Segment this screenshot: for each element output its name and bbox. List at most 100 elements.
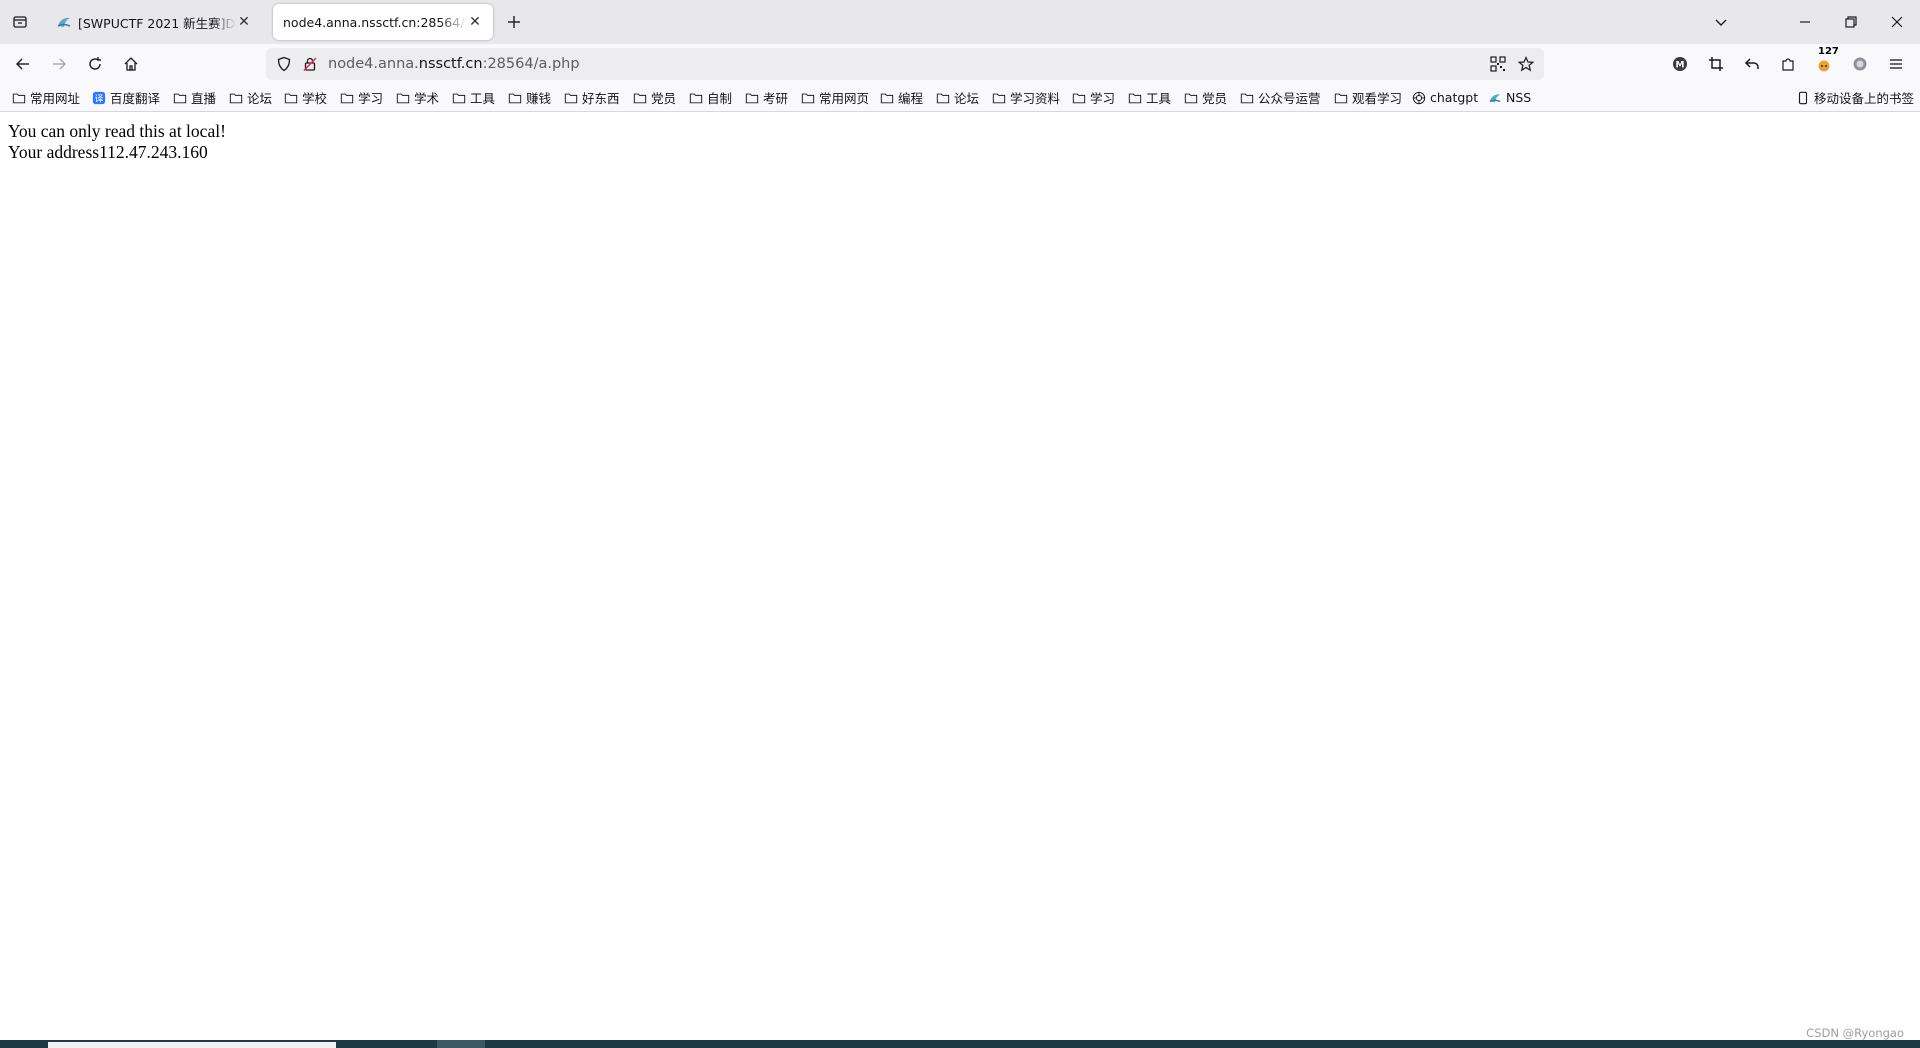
plus-icon (508, 16, 520, 28)
tab-a-php[interactable]: node4.anna.nssctf.cn:28564/a.php ✕ (273, 4, 493, 40)
insecure-lock-icon[interactable] (302, 56, 318, 72)
bookmark-item[interactable]: 编程 (880, 84, 923, 111)
url-text[interactable]: node4.anna.nssctf.cn:28564/a.php (328, 48, 580, 80)
bookmark-item[interactable]: 观看学习 (1334, 84, 1402, 111)
mobile-bookmarks-item[interactable]: 移动设备上的书签 (1796, 84, 1914, 111)
crop-icon (1709, 57, 1723, 71)
bookmark-item[interactable]: 工具 (452, 84, 495, 111)
extension-badge-count: 127 (1817, 46, 1840, 57)
bookmark-item[interactable]: 直播 (173, 84, 216, 111)
puzzle-icon (1782, 58, 1794, 71)
folder-icon (452, 93, 466, 103)
navigation-toolbar: node4.anna.nssctf.cn:28564/a.php M 127 (0, 44, 1920, 84)
bookmark-label: 编程 (898, 91, 924, 106)
bookmark-label: 常用网址 (30, 91, 81, 106)
svg-text:M: M (1676, 61, 1685, 71)
forward-button[interactable] (45, 50, 73, 78)
reload-button[interactable] (81, 50, 109, 78)
tab-title: node4.anna.nssctf.cn:28564/a.php (283, 14, 467, 30)
bookmark-item[interactable]: 常用网址 (12, 84, 80, 111)
bookmark-item[interactable]: 常用网页 (801, 84, 869, 111)
close-tab-icon[interactable]: ✕ (236, 14, 252, 30)
bookmark-item[interactable]: NSS (1488, 84, 1531, 111)
url-bar[interactable]: node4.anna.nssctf.cn:28564/a.php (266, 48, 1544, 80)
folder-icon (1184, 93, 1198, 103)
account-button[interactable] (1846, 50, 1874, 78)
bookmark-item[interactable]: 好东西 (564, 84, 620, 111)
taskbar-window-preview[interactable] (48, 1042, 336, 1048)
folder-icon (340, 93, 354, 103)
folder-icon (564, 93, 578, 103)
restore-button[interactable] (1837, 8, 1865, 36)
bookmark-item[interactable]: 译百度翻译 (92, 84, 160, 111)
taskbar-active-app[interactable] (437, 1040, 485, 1048)
restore-icon (1845, 16, 1857, 28)
bookmark-label: 好东西 (582, 91, 620, 106)
shield-icon[interactable] (276, 56, 292, 72)
client-address-text: Your address112.47.243.160 (8, 142, 208, 162)
bookmark-item[interactable]: 党员 (633, 84, 676, 111)
m-extension-icon: M (1673, 57, 1687, 71)
chatgpt-icon (1412, 91, 1426, 104)
folder-icon (745, 93, 759, 103)
bookmark-label: 公众号运营 (1258, 91, 1321, 106)
folder-icon (284, 93, 298, 103)
back-button[interactable] (9, 50, 37, 78)
bookmark-item[interactable]: 党员 (1184, 84, 1227, 111)
folder-icon (1128, 93, 1142, 103)
bookmark-label: 论坛 (954, 91, 980, 106)
csdn-watermark: CSDN @Ryongao (1806, 1026, 1904, 1040)
tab-title: [SWPUCTF 2021 新生赛]Do_you_know_http (78, 15, 236, 31)
list-all-tabs-button[interactable] (1707, 8, 1735, 36)
extension-m-button[interactable]: M (1666, 50, 1694, 78)
bookmark-item[interactable]: 学校 (284, 84, 327, 111)
reload-icon (89, 57, 101, 70)
bookmark-label: 移动设备上的书签 (1814, 91, 1915, 106)
badge-extension-button[interactable]: 127 (1810, 46, 1840, 78)
close-tab-icon[interactable]: ✕ (467, 14, 483, 30)
new-tab-button[interactable] (500, 8, 528, 36)
arrow-left-icon (16, 58, 29, 70)
bookmark-item[interactable]: chatgpt (1412, 84, 1478, 111)
bookmark-label: 百度翻译 (110, 91, 161, 106)
home-button[interactable] (117, 50, 145, 78)
bookmark-item[interactable]: 自制 (689, 84, 732, 111)
tab-strip: [SWPUCTF 2021 新生赛]Do_you_know_http ✕ nod… (0, 0, 1920, 44)
cat-extension-icon (1818, 60, 1830, 72)
page-content: You can only read this at local! Your ad… (0, 112, 1920, 1038)
bookmark-item[interactable]: 论坛 (936, 84, 979, 111)
star-bookmark-icon[interactable] (1518, 56, 1534, 72)
mobile-device-icon (1798, 91, 1808, 104)
bookmark-label: 直播 (191, 91, 217, 106)
bookmark-item[interactable]: 学习资料 (992, 84, 1060, 111)
bookmark-label: 学习 (358, 91, 384, 106)
extensions-button[interactable] (1774, 50, 1802, 78)
folder-icon (801, 93, 815, 103)
close-window-button[interactable] (1883, 8, 1911, 36)
bookmark-label: 工具 (470, 91, 496, 106)
bookmark-item[interactable]: 考研 (745, 84, 788, 111)
firefox-view-icon (13, 16, 27, 28)
bookmark-label: 党员 (1202, 91, 1228, 106)
circle-icon (1853, 57, 1867, 71)
minimize-button[interactable] (1791, 8, 1819, 36)
bookmark-item[interactable]: 学术 (396, 84, 439, 111)
tab-swpuctf[interactable]: [SWPUCTF 2021 新生赛]Do_you_know_http ✕ (46, 4, 262, 40)
screenshot-crop-button[interactable] (1702, 50, 1730, 78)
hamburger-menu-icon (1890, 59, 1902, 69)
bookmark-item[interactable]: 学习 (1072, 84, 1115, 111)
svg-text:译: 译 (95, 93, 104, 104)
folder-icon (633, 93, 647, 103)
bookmark-item[interactable]: 论坛 (229, 84, 272, 111)
qr-code-icon[interactable] (1490, 56, 1506, 72)
app-menu-button[interactable] (1882, 50, 1910, 78)
undo-extension-button[interactable] (1738, 50, 1766, 78)
bookmark-item[interactable]: 赚钱 (508, 84, 551, 111)
bookmark-item[interactable]: 工具 (1128, 84, 1171, 111)
folder-icon (508, 93, 522, 103)
firefox-view-button[interactable] (6, 8, 34, 36)
bookmark-label: 观看学习 (1352, 91, 1403, 106)
bookmark-item[interactable]: 公众号运营 (1240, 84, 1321, 111)
bookmark-item[interactable]: 学习 (340, 84, 383, 111)
folder-icon (1072, 93, 1086, 103)
